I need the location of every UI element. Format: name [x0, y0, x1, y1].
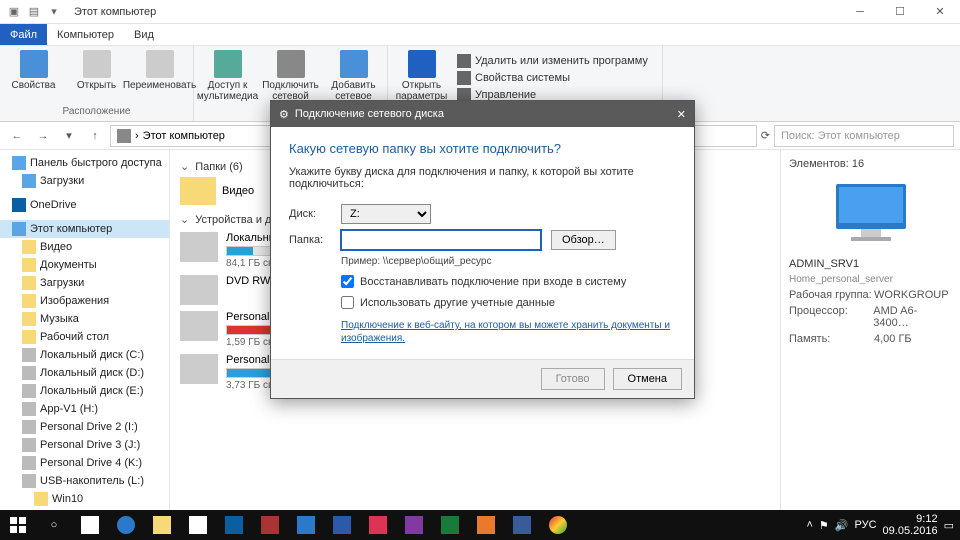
tree-item[interactable]: App-V1 (H:) [0, 400, 169, 418]
volume-icon[interactable]: 🔊 [835, 519, 849, 532]
example-text: Пример: \\сервер\общий_ресурс [341, 256, 676, 267]
file-menu[interactable]: Файл [0, 24, 47, 45]
properties-icon[interactable]: ▤ [26, 4, 42, 20]
dropdown-icon[interactable]: ▾ [46, 4, 62, 20]
app-icon[interactable] [216, 510, 252, 540]
clock[interactable]: 9:1209.05.2016 [883, 513, 938, 537]
forward-button[interactable]: → [32, 125, 54, 147]
nav-tree: Панель быстрого доступаЗагрузкиOneDriveЭ… [0, 150, 170, 518]
word-icon[interactable] [324, 510, 360, 540]
refresh-button[interactable]: ⟳ [761, 125, 770, 147]
details-pane: Элементов: 16 ADMIN_SRV1 Home_personal_s… [780, 150, 960, 518]
computer-subtitle: Home_personal_server [789, 274, 893, 285]
onenote-icon[interactable] [396, 510, 432, 540]
tree-item[interactable]: USB-накопитель (L:) [0, 472, 169, 490]
tray-icon[interactable]: ⚑ [819, 519, 829, 532]
computer-image [811, 174, 931, 254]
detail-workgroup: Рабочая группа:WORKGROUP [789, 289, 952, 301]
tree-item[interactable]: Personal Drive 4 (K:) [0, 454, 169, 472]
explorer-icon[interactable] [144, 510, 180, 540]
start-button[interactable] [0, 510, 36, 540]
dialog-close-button[interactable]: ✕ [677, 108, 686, 121]
folder-label: Папка: [289, 234, 331, 246]
properties-button[interactable]: Свойства [6, 50, 61, 91]
item-count: Элементов: 16 [789, 158, 864, 170]
tree-item[interactable]: Панель быстрого доступа [0, 154, 169, 172]
language-indicator[interactable]: РУС [855, 519, 877, 531]
tray-up-icon[interactable]: ˄ [806, 519, 812, 531]
tree-item[interactable]: Загрузки [0, 172, 169, 190]
taskview-button[interactable] [72, 510, 108, 540]
ribbon-group-location: Свойства Открыть Переименовать Расположе… [0, 46, 194, 121]
computer-tab[interactable]: Компьютер [47, 25, 124, 45]
dialog-subtitle: Укажите букву диска для подключения и па… [289, 166, 676, 190]
up-button[interactable]: ↑ [84, 125, 106, 147]
computer-name: ADMIN_SRV1 [789, 258, 859, 270]
vlc-icon[interactable] [468, 510, 504, 540]
network-drive-icon: ⚙ [279, 108, 289, 121]
cancel-button[interactable]: Отмена [613, 368, 682, 390]
tree-item[interactable]: Документы [0, 256, 169, 274]
back-button[interactable]: ← [6, 125, 28, 147]
edge-icon[interactable] [108, 510, 144, 540]
excel-icon[interactable] [432, 510, 468, 540]
titlebar: ▣ ▤ ▾ Этот компьютер ─ ☐ ✕ [0, 0, 960, 24]
rename-button[interactable]: Переименовать [132, 50, 187, 91]
tree-item[interactable]: Этот компьютер [0, 220, 169, 238]
store-icon[interactable] [180, 510, 216, 540]
tree-item[interactable]: OneDrive [0, 196, 169, 214]
quick-access-toolbar: ▣ ▤ ▾ [0, 4, 62, 20]
tree-item[interactable]: Загрузки [0, 274, 169, 292]
close-button[interactable]: ✕ [920, 0, 960, 24]
browse-button[interactable]: Обзор… [551, 230, 616, 250]
map-drive-dialog: ⚙ Подключение сетевого диска ✕ Какую сет… [270, 100, 695, 399]
view-tab[interactable]: Вид [124, 25, 164, 45]
system-properties-link[interactable]: Свойства системы [457, 71, 648, 85]
powerpoint-icon[interactable] [360, 510, 396, 540]
tree-item[interactable]: Музыка [0, 310, 169, 328]
dialog-titlebar[interactable]: ⚙ Подключение сетевого диска ✕ [271, 101, 694, 127]
tree-item[interactable]: Рабочий стол [0, 328, 169, 346]
search-taskbar-button[interactable]: ○ [36, 510, 72, 540]
app-icon[interactable] [504, 510, 540, 540]
drive-label: Диск: [289, 208, 331, 220]
tree-item[interactable]: Локальный диск (E:) [0, 382, 169, 400]
folder-input[interactable] [341, 230, 541, 250]
tree-item[interactable]: Personal Drive 2 (I:) [0, 418, 169, 436]
open-button[interactable]: Открыть [69, 50, 124, 91]
folder-item[interactable]: Видео [180, 177, 270, 205]
other-credentials-checkbox[interactable]: Использовать другие учетные данные [341, 296, 676, 309]
outlook-icon[interactable] [288, 510, 324, 540]
recent-dropdown[interactable]: ▾ [58, 125, 80, 147]
tree-item[interactable]: Локальный диск (D:) [0, 364, 169, 382]
maximize-button[interactable]: ☐ [880, 0, 920, 24]
drive-select[interactable]: Z: [341, 204, 431, 224]
folder-icon: ▣ [6, 4, 22, 20]
chrome-icon[interactable] [540, 510, 576, 540]
window-controls: ─ ☐ ✕ [840, 0, 960, 24]
tree-item[interactable]: Изображения [0, 292, 169, 310]
pc-icon [117, 129, 131, 143]
tree-item[interactable]: Win10 [0, 490, 169, 508]
menubar: Файл Компьютер Вид [0, 24, 960, 46]
taskbar: ○ ˄ ⚑ 🔊 РУС 9:1209.05.2016 ▭ [0, 510, 960, 540]
tree-item[interactable]: Personal Drive 3 (J:) [0, 436, 169, 454]
minimize-button[interactable]: ─ [840, 0, 880, 24]
finish-button[interactable]: Готово [541, 368, 605, 390]
notifications-icon[interactable]: ▭ [944, 519, 954, 532]
media-access-button[interactable]: Доступ к мультимедиа [200, 50, 255, 113]
tree-item[interactable]: Локальный диск (C:) [0, 346, 169, 364]
tree-item[interactable]: Видео [0, 238, 169, 256]
connect-website-link[interactable]: Подключение к веб-сайту, на котором вы м… [341, 319, 676, 345]
detail-memory: Память:4,00 ГБ [789, 333, 952, 345]
open-settings-button[interactable]: Открыть параметры [394, 50, 449, 102]
detail-cpu: Процессор:AMD A6-3400… [789, 305, 952, 329]
uninstall-program-link[interactable]: Удалить или изменить программу [457, 54, 648, 68]
search-input[interactable]: Поиск: Этот компьютер [774, 125, 954, 147]
window-title: Этот компьютер [74, 6, 156, 18]
dialog-question: Какую сетевую папку вы хотите подключить… [289, 141, 676, 156]
reconnect-checkbox[interactable]: Восстанавливать подключение при входе в … [341, 275, 676, 288]
app-icon[interactable] [252, 510, 288, 540]
